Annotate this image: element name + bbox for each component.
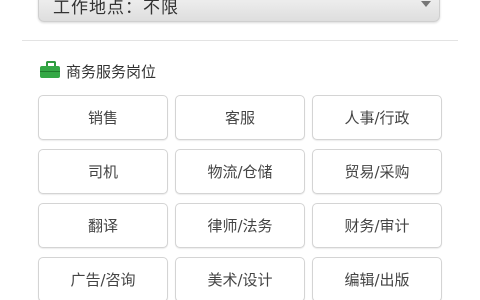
job-button-hr-admin[interactable]: 人事/行政 (312, 95, 442, 140)
section-title: 商务服务岗位 (66, 62, 157, 81)
job-button-finance-audit[interactable]: 财务/审计 (312, 203, 442, 248)
job-button-customer-service[interactable]: 客服 (175, 95, 305, 140)
work-location-value: 工作地点：不限 (53, 0, 179, 18)
job-button-art-design[interactable]: 美术/设计 (175, 257, 305, 300)
work-location-select[interactable]: 工作地点：不限 (38, 0, 440, 22)
job-category-grid: 销售 客服 人事/行政 司机 物流/仓储 贸易/采购 翻译 律师/法务 财务/审… (38, 95, 442, 300)
job-button-driver[interactable]: 司机 (38, 149, 168, 194)
job-button-lawyer-legal[interactable]: 律师/法务 (175, 203, 305, 248)
briefcase-icon (40, 61, 60, 78)
job-button-sales[interactable]: 销售 (38, 95, 168, 140)
job-button-advertising-consulting[interactable]: 广告/咨询 (38, 257, 168, 300)
section-header: 商务服务岗位 (40, 60, 156, 82)
job-button-logistics-warehouse[interactable]: 物流/仓储 (175, 149, 305, 194)
section-divider (22, 40, 458, 41)
job-button-translation[interactable]: 翻译 (38, 203, 168, 248)
chevron-down-icon (421, 1, 431, 7)
page: 工作地点：不限 商务服务岗位 销售 客服 人事/行政 司机 物流/仓储 贸易/采… (0, 0, 480, 300)
job-button-editing-publishing[interactable]: 编辑/出版 (312, 257, 442, 300)
job-button-trade-purchasing[interactable]: 贸易/采购 (312, 149, 442, 194)
